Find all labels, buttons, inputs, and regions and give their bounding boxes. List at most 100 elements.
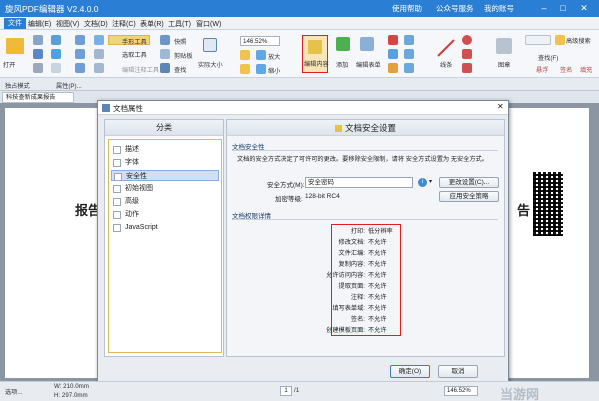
category-panel: 分类 描述 字体 安全性 初始视图 高级 动作 JavaScript <box>104 119 224 357</box>
menu-edit[interactable]: 编辑(E) <box>28 19 51 29</box>
select-icon[interactable] <box>94 49 104 59</box>
new-icon[interactable] <box>33 35 43 45</box>
menu-comment[interactable]: 注释(C) <box>112 19 136 29</box>
find-right-box[interactable] <box>525 35 551 45</box>
maximize-icon[interactable]: □ <box>556 1 570 15</box>
dialog-close-icon[interactable]: ✕ <box>497 102 504 111</box>
copy-icon[interactable] <box>75 49 85 59</box>
callout-icon[interactable] <box>404 49 414 59</box>
adv-search-label[interactable]: 高级搜索 <box>566 36 591 45</box>
category-advanced[interactable]: 高级 <box>111 196 219 207</box>
select-tool-label[interactable]: 选取工具 <box>122 50 147 59</box>
actual-size-label[interactable]: 实际大小 <box>198 60 223 69</box>
menu-file[interactable]: 文件 <box>4 18 26 29</box>
sign-label[interactable]: 签名 <box>560 65 572 74</box>
menu-form[interactable]: 表单(R) <box>140 19 164 29</box>
actual-size-icon[interactable] <box>203 38 217 52</box>
status-tools[interactable]: 选项... <box>5 387 23 396</box>
clipboard-icon[interactable] <box>160 49 170 59</box>
method-select[interactable]: 安全密码 <box>305 177 413 188</box>
cancel-button[interactable]: 取消 <box>438 365 478 378</box>
dialog-icon <box>102 104 110 112</box>
doc-tab-label: 科技查新成果报告 <box>6 94 56 101</box>
menu-bar: 文件 编辑(E) 视图(V) 文档(D) 注释(C) 表单(R) 工具(T) 窗… <box>0 17 599 30</box>
zoom-select[interactable]: 146.52% <box>240 36 280 46</box>
highlight-icon[interactable] <box>388 49 398 59</box>
menu-tools[interactable]: 工具(T) <box>168 19 191 29</box>
cut-icon[interactable] <box>75 35 85 45</box>
edit-form-icon[interactable] <box>360 37 374 51</box>
menu-window[interactable]: 窗口(W) <box>196 19 221 29</box>
category-fonts[interactable]: 字体 <box>111 157 219 168</box>
add-icon[interactable] <box>336 37 350 51</box>
zoom-in-label[interactable]: 放大 <box>268 52 280 61</box>
email-icon[interactable] <box>51 35 61 45</box>
stamp-label[interactable]: 图章 <box>498 60 510 69</box>
annot-icon[interactable] <box>94 63 104 73</box>
pen-icon[interactable] <box>388 35 398 45</box>
account-link[interactable]: 我的账号 <box>484 3 514 14</box>
menu-view[interactable]: 视图(V) <box>56 19 79 29</box>
status-zoom[interactable]: 146.52% <box>444 386 478 396</box>
category-initial-view[interactable]: 初始视图 <box>111 183 219 194</box>
category-list: 描述 字体 安全性 初始视图 高级 动作 JavaScript <box>108 139 222 353</box>
undo-icon[interactable] <box>51 49 61 59</box>
edit-content-icon <box>308 40 322 54</box>
print-icon[interactable] <box>33 63 43 73</box>
zoom-in-icon[interactable] <box>256 50 266 60</box>
textbox-icon[interactable] <box>404 35 414 45</box>
save-icon[interactable] <box>33 49 43 59</box>
edit-form-label[interactable]: 编辑表单 <box>356 60 381 69</box>
help-link[interactable]: 使用帮助 <box>392 3 422 14</box>
encrypt-value: 128-bit RC4 <box>305 193 340 200</box>
properties-button[interactable]: 属性(P)... <box>56 81 82 90</box>
add-label[interactable]: 添加 <box>336 60 348 69</box>
adv-search-icon[interactable] <box>555 35 565 45</box>
minimize-icon[interactable]: – <box>537 1 551 15</box>
find-right-label[interactable]: 查找(F) <box>538 53 558 62</box>
bold-label[interactable]: 悬浮 <box>536 65 548 74</box>
edit-annot-label[interactable]: 编辑注释工具 <box>122 65 159 74</box>
ok-button[interactable]: 确定(O) <box>390 365 430 378</box>
category-javascript[interactable]: JavaScript <box>111 222 219 233</box>
dialog-title: 文档属性 <box>113 104 143 113</box>
category-actions[interactable]: 动作 <box>111 209 219 220</box>
apply-policy-button[interactable]: 应用安全策略 <box>439 191 499 202</box>
clipboard-label[interactable]: 剪贴板 <box>174 51 193 60</box>
find-label[interactable]: 查找 <box>174 65 186 74</box>
zoom-out-icon[interactable] <box>256 64 266 74</box>
close-icon[interactable]: ✕ <box>577 1 591 15</box>
official-account-link[interactable]: 公众号服务 <box>436 3 474 14</box>
method-dropdown-icon[interactable]: ▾ <box>429 178 432 185</box>
category-description[interactable]: 描述 <box>111 144 219 155</box>
fill-label[interactable]: 填充 <box>580 65 592 74</box>
open-button[interactable]: 打开 <box>3 60 15 69</box>
circle-icon[interactable] <box>462 35 472 45</box>
line-icon[interactable] <box>436 38 456 58</box>
menu-document[interactable]: 文档(D) <box>84 19 108 29</box>
snapshot-label[interactable]: 快照 <box>174 37 186 46</box>
find-icon[interactable] <box>160 63 170 73</box>
single-mode-button[interactable]: 独占模式 <box>5 81 30 90</box>
polygon-icon[interactable] <box>462 63 472 73</box>
change-settings-button[interactable]: 更改设置(C)... <box>439 177 499 188</box>
hand-icon[interactable] <box>94 35 104 45</box>
zoom-out-label[interactable]: 缩小 <box>268 66 280 75</box>
paste-icon[interactable] <box>75 63 85 73</box>
underline-icon[interactable] <box>388 63 398 73</box>
rect-icon[interactable] <box>462 49 472 59</box>
fit-icon[interactable] <box>240 50 250 60</box>
method-value: 安全密码 <box>308 179 334 186</box>
info-icon[interactable]: i <box>418 178 427 187</box>
redo-icon[interactable] <box>51 63 61 73</box>
snapshot-icon[interactable] <box>160 35 170 45</box>
note-icon[interactable] <box>404 63 414 73</box>
stamp-icon[interactable] <box>496 38 512 54</box>
fit-width-icon[interactable] <box>240 64 250 74</box>
edit-content-button[interactable]: 编辑内容 <box>302 35 329 73</box>
page-number-input[interactable]: 1 <box>280 386 292 396</box>
folder-icon[interactable] <box>6 38 24 54</box>
category-security[interactable]: 安全性 <box>111 170 219 181</box>
doc-tab[interactable]: 科技查新成果报告 <box>2 92 74 103</box>
line-label[interactable]: 线条 <box>440 60 452 69</box>
